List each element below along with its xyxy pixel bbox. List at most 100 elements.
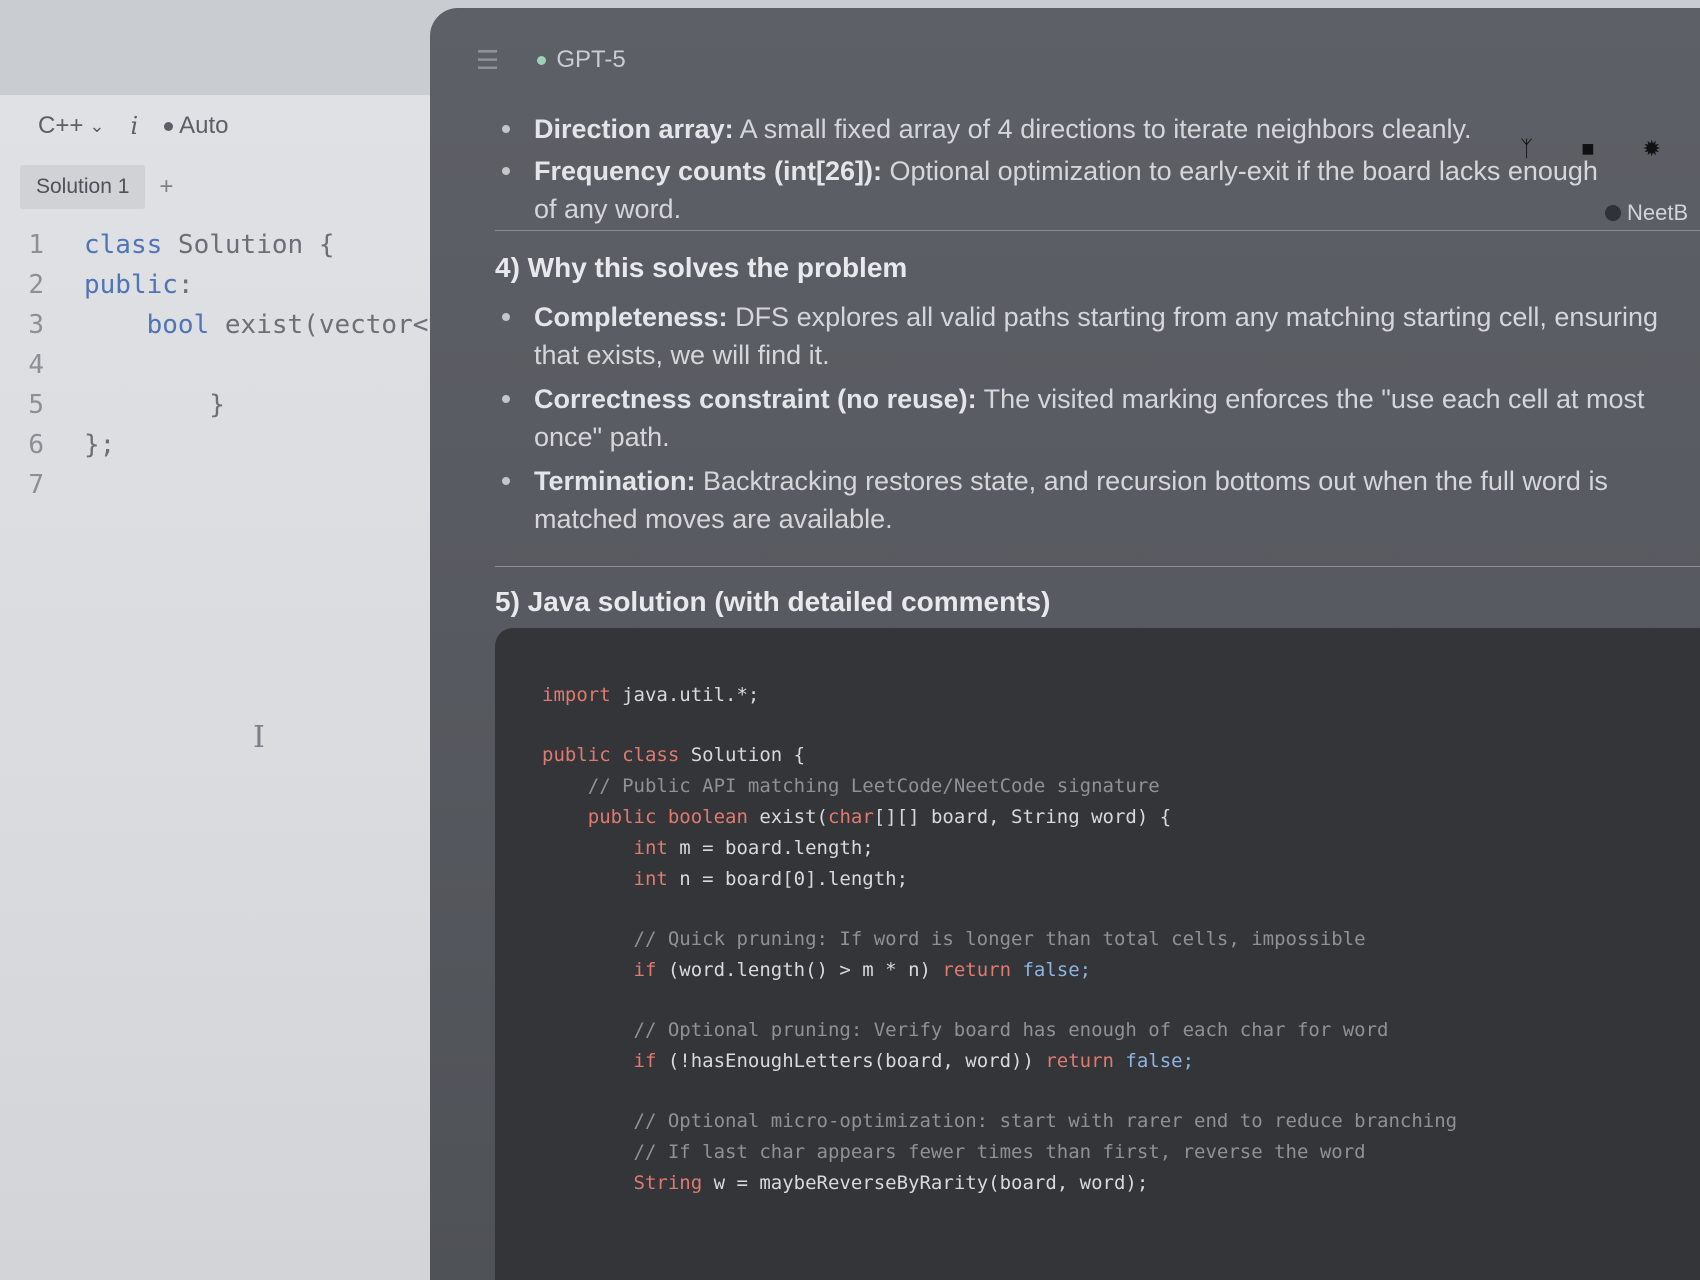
java-code-block[interactable]: import java.util.*; public class Solutio… <box>495 628 1700 1280</box>
code-line: public boolean exist(char[][] board, Str… <box>542 802 1457 833</box>
hamburger-menu-icon[interactable]: ☰ <box>476 45 499 76</box>
code-line: 2 public: <box>0 265 470 305</box>
code-keyword: if <box>633 959 657 981</box>
code-keyword: public boolean <box>587 806 748 828</box>
code-text: : <box>177 270 194 300</box>
code-comment: // If last char appears fewer times than… <box>633 1141 1366 1163</box>
code-keyword: String <box>633 1172 703 1194</box>
language-select[interactable]: C++ ⌄ <box>38 112 104 140</box>
code-comment: // Public API matching LeetCode/NeetCode… <box>587 775 1160 797</box>
code-comment: // Optional pruning: Verify board has en… <box>633 1019 1389 1041</box>
code-line: // Optional pruning: Verify board has en… <box>542 1015 1457 1046</box>
bullet-text: A small fixed array of 4 directions to i… <box>733 114 1472 144</box>
code-line: if (word.length() > m * n) return false; <box>542 955 1457 986</box>
bullet-list-why: Completeness: DFS explores all valid pat… <box>500 298 1700 538</box>
bullet-label: Direction array: <box>534 114 734 144</box>
code-keyword: return <box>942 959 1012 981</box>
code-keyword: bool <box>146 310 210 340</box>
code-text: (!hasEnoughLetters(board, word)) <box>656 1050 1046 1072</box>
code-text: w = maybeReverseByRarity(board, word); <box>702 1172 1149 1194</box>
bug-icon[interactable]: ✹ <box>1643 136 1661 162</box>
code-line: public class Solution { <box>542 740 1457 771</box>
code-text: Solution { <box>679 744 806 766</box>
add-tab-icon[interactable]: + <box>159 173 173 201</box>
code-keyword: return <box>1045 1050 1114 1072</box>
code-line: // Public API matching LeetCode/NeetCode… <box>542 771 1457 802</box>
code-keyword: int <box>633 837 668 859</box>
bullet-label: Termination: <box>534 466 696 496</box>
code-text: } <box>209 390 225 420</box>
code-editor-pane: C++ ⌄ i Auto Solution 1 + 1 class Soluti… <box>0 95 992 1280</box>
bullet-text: Backtracking restores state, and recursi… <box>534 466 1608 534</box>
bullet-label: Completeness: <box>534 302 728 332</box>
auto-mode-label: Auto <box>179 112 229 139</box>
line-number: 3 <box>28 310 44 340</box>
chevron-down-icon: ⌄ <box>89 115 105 136</box>
list-item: Completeness: DFS explores all valid pat… <box>500 298 1700 374</box>
info-icon[interactable]: i <box>130 112 138 140</box>
branch-icon[interactable]: ᛉ <box>1520 136 1533 162</box>
chat-header: ☰ GPT-5 <box>430 8 1700 112</box>
text-cursor-icon: I <box>253 720 265 755</box>
code-keyword: class <box>84 230 163 260</box>
code-literal: false; <box>1011 959 1092 981</box>
code-line: 5 } <box>0 385 470 425</box>
line-number: 1 <box>28 230 44 260</box>
code-line: // Optional micro-optimization: start wi… <box>542 1106 1458 1137</box>
code-line: // If last char appears fewer times than… <box>542 1137 1457 1168</box>
code-line: // Quick pruning: If word is longer than… <box>542 924 1457 955</box>
line-number: 2 <box>28 270 44 300</box>
code-text: exist( <box>747 806 828 828</box>
code-comment: // Quick pruning: If word is longer than… <box>633 928 1366 950</box>
model-name: GPT-5 <box>556 46 626 73</box>
code-line: 3 bool exist(vector<vector<char>>& board… <box>0 305 992 345</box>
list-item: Correctness constraint (no reuse): The v… <box>500 380 1700 456</box>
code-text: (word.length() > m * n) <box>656 959 943 981</box>
code-line: 7 <box>0 465 470 505</box>
code-line: import java.util.*; <box>542 680 1457 711</box>
language-label: C++ <box>38 112 84 139</box>
code-keyword: public class <box>542 744 680 766</box>
java-code-lines: import java.util.*; public class Solutio… <box>542 680 1457 1199</box>
status-dot-icon <box>164 121 174 131</box>
auto-mode-toggle[interactable]: Auto <box>164 112 229 140</box>
code-text: Solution { <box>162 230 335 260</box>
line-number: 7 <box>28 470 44 500</box>
neet-badge[interactable]: NeetB <box>1605 200 1688 226</box>
code-line: int m = board.length; <box>542 833 1457 864</box>
code-line: 1 class Solution { <box>0 225 470 265</box>
code-keyword: import <box>542 684 611 706</box>
bullet-label: Frequency counts (int[26]): <box>534 156 883 186</box>
code-line: String w = maybeReverseByRarity(board, w… <box>542 1168 1457 1199</box>
divider <box>495 230 1700 231</box>
tab-solution-1[interactable]: Solution 1 <box>20 165 146 209</box>
editor-tabs: Solution 1 + <box>20 165 173 209</box>
code-line: 4 <box>0 345 470 385</box>
code-line: if (!hasEnoughLetters(board, word)) retu… <box>542 1046 1457 1077</box>
code-type: char <box>828 806 874 828</box>
tab-label: Solution 1 <box>36 175 130 198</box>
code-area[interactable]: 1 class Solution { 2 public: 3 bool exis… <box>0 225 992 505</box>
section-heading: 4) Why this solves the problem <box>495 252 908 283</box>
model-selector[interactable]: GPT-5 <box>537 46 626 74</box>
section-heading: 5) Java solution (with detailed comments… <box>495 586 1051 617</box>
code-text: n = board[0].length; <box>667 868 909 890</box>
code-keyword: public <box>84 270 178 300</box>
chat-pane: ☰ GPT-5 Direction array: A small fixed a… <box>430 8 1700 1280</box>
stop-icon[interactable]: ■ <box>1581 136 1594 162</box>
code-line: int n = board[0].length; <box>542 864 1457 895</box>
neet-logo-icon <box>1605 205 1621 221</box>
code-text: [][] board, String word) { <box>873 806 1172 828</box>
bullet-label: Correctness constraint (no reuse): <box>534 384 977 414</box>
line-number: 5 <box>28 390 44 420</box>
model-status-dot-icon <box>537 55 547 65</box>
line-number: 4 <box>28 350 44 380</box>
list-item: Termination: Backtracking restores state… <box>500 462 1700 538</box>
divider <box>495 566 1700 567</box>
code-text: m = board.length; <box>667 837 874 859</box>
neet-label: NeetB <box>1627 200 1689 225</box>
code-text: java.util.*; <box>610 684 760 706</box>
code-literal: false; <box>1113 1050 1195 1072</box>
